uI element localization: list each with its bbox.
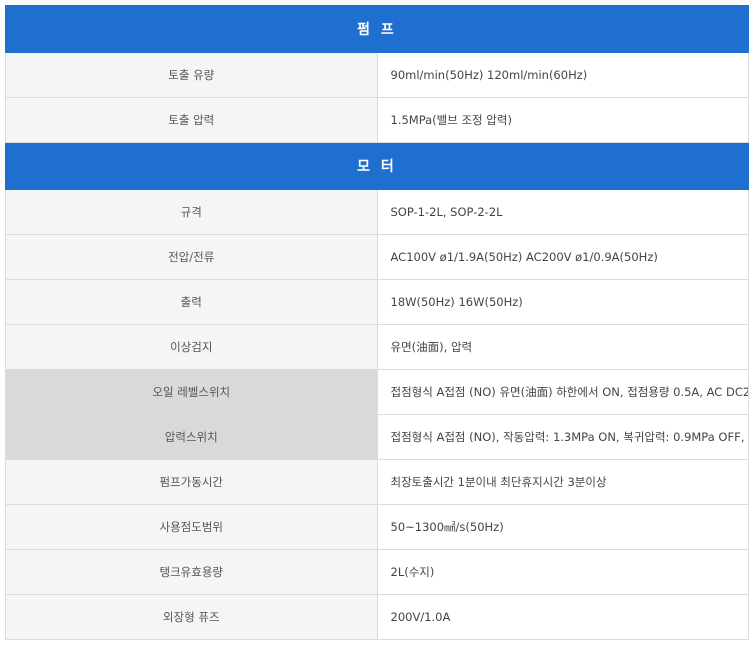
spec-value: AC100V ø1/1.9A(50Hz) AC200V ø1/0.9A(50Hz… bbox=[376, 234, 749, 280]
spec-label: 토출 유량 bbox=[5, 52, 378, 98]
spec-label: 출력 bbox=[5, 279, 378, 325]
spec-label: 펌프가동시간 bbox=[5, 459, 378, 505]
spec-row: 출력 18W(50Hz) 16W(50Hz) bbox=[5, 279, 749, 325]
spec-row: 규격 SOP-1-2L, SOP-2-2L bbox=[5, 189, 749, 235]
spec-label: 외장형 퓨즈 bbox=[5, 594, 378, 640]
spec-label: 규격 bbox=[5, 189, 378, 235]
spec-label: 이상검지 bbox=[5, 324, 378, 370]
spec-value: 최장토출시간 1분이내 최단휴지시간 3분이상 bbox=[376, 459, 749, 505]
spec-row: 사용점도범위 50~1300㎟/s(50Hz) bbox=[5, 504, 749, 550]
spec-value: 2L(수지) bbox=[376, 549, 749, 595]
spec-label: 전압/전류 bbox=[5, 234, 378, 280]
spec-value: 유면(油面), 압력 bbox=[376, 324, 749, 370]
spec-table: 펌 프 토출 유량 90ml/min(50Hz) 120ml/min(60Hz)… bbox=[5, 5, 749, 640]
spec-value: SOP-1-2L, SOP-2-2L bbox=[376, 189, 749, 235]
spec-label: 토출 압력 bbox=[5, 97, 378, 143]
spec-label: 탱크유효용량 bbox=[5, 549, 378, 595]
spec-label: 오일 레벨스위치 bbox=[5, 369, 378, 415]
section-header-motor: 모 터 bbox=[5, 142, 749, 190]
spec-row: 오일 레벨스위치 접점형식 A접점 (NO) 유면(油面) 하한에서 ON, 접… bbox=[5, 369, 749, 415]
spec-row: 전압/전류 AC100V ø1/1.9A(50Hz) AC200V ø1/0.9… bbox=[5, 234, 749, 280]
section-title-pump: 펌 프 bbox=[5, 5, 749, 53]
spec-value: 18W(50Hz) 16W(50Hz) bbox=[376, 279, 749, 325]
spec-label: 사용점도범위 bbox=[5, 504, 378, 550]
spec-row: 외장형 퓨즈 200V/1.0A bbox=[5, 594, 749, 640]
spec-row: 토출 압력 1.5MPa(밸브 조정 압력) bbox=[5, 97, 749, 143]
section-title-motor: 모 터 bbox=[5, 142, 749, 190]
spec-row: 압력스위치 접점형식 A접점 (NO), 작동압력: 1.3MPa ON, 복귀… bbox=[5, 414, 749, 460]
spec-value: 접점형식 A접점 (NO) 유면(油面) 하한에서 ON, 접점용량 0.5A,… bbox=[376, 369, 749, 415]
spec-value: 50~1300㎟/s(50Hz) bbox=[376, 504, 749, 550]
spec-label: 압력스위치 bbox=[5, 414, 378, 460]
spec-value: 90ml/min(50Hz) 120ml/min(60Hz) bbox=[376, 52, 749, 98]
spec-row: 탱크유효용량 2L(수지) bbox=[5, 549, 749, 595]
spec-row: 펌프가동시간 최장토출시간 1분이내 최단휴지시간 3분이상 bbox=[5, 459, 749, 505]
spec-value: 1.5MPa(밸브 조정 압력) bbox=[376, 97, 749, 143]
spec-value: 접점형식 A접점 (NO), 작동압력: 1.3MPa ON, 복귀압력: 0.… bbox=[376, 414, 749, 460]
spec-value: 200V/1.0A bbox=[376, 594, 749, 640]
spec-row: 이상검지 유면(油面), 압력 bbox=[5, 324, 749, 370]
section-header-pump: 펌 프 bbox=[5, 5, 749, 53]
spec-row: 토출 유량 90ml/min(50Hz) 120ml/min(60Hz) bbox=[5, 52, 749, 98]
